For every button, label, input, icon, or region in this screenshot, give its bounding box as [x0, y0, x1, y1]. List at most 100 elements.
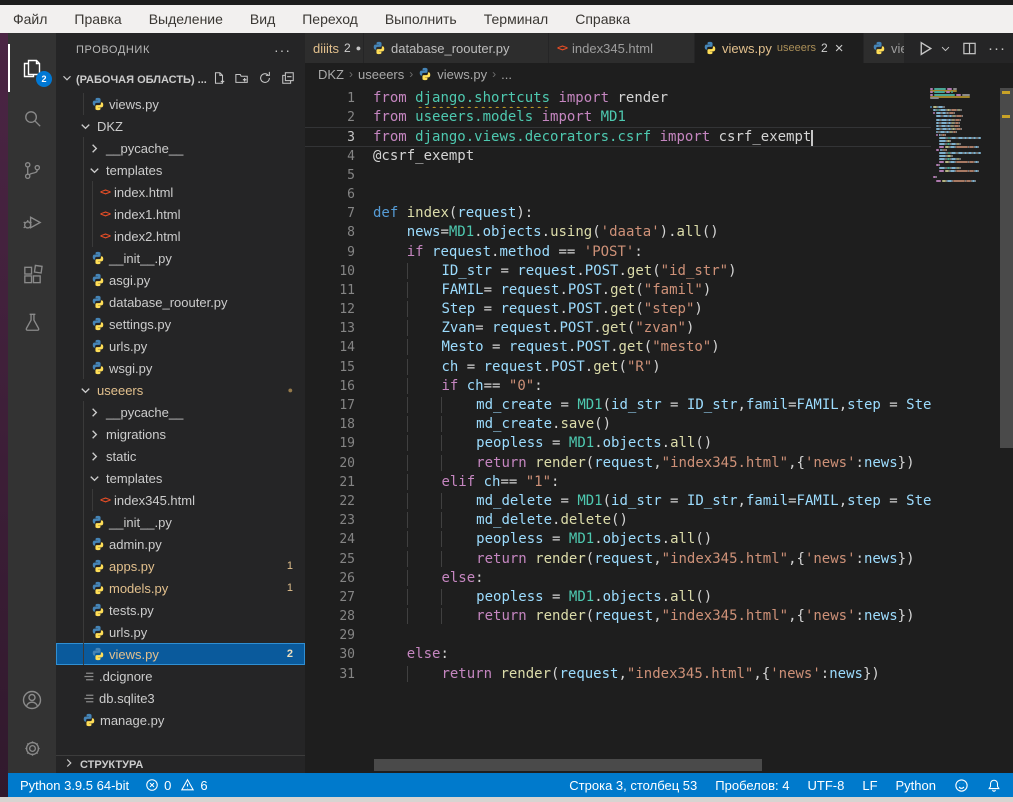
- code-line-25[interactable]: 25 return render(request,"index345.html"…: [305, 550, 931, 569]
- code-line-2[interactable]: 2from useeers.models import MD1: [305, 108, 931, 127]
- tree-item-urls.py[interactable]: urls.py: [56, 621, 305, 643]
- activity-extensions-icon[interactable]: [8, 250, 56, 298]
- menu-Переход[interactable]: Переход: [302, 11, 358, 27]
- code-line-4[interactable]: 4@csrf_exempt: [305, 147, 931, 166]
- tree-item-.dcignore[interactable]: .dcignore: [56, 665, 305, 687]
- run-button[interactable]: [917, 40, 934, 57]
- code-line-8[interactable]: 8 news=MD1.objects.using('daata').all(): [305, 223, 931, 242]
- collapse-all-icon[interactable]: [281, 71, 295, 88]
- tree-item-__init__.py[interactable]: __init__.py: [56, 511, 305, 533]
- vertical-scrollbar[interactable]: [1000, 33, 1013, 773]
- tree-item-views.py[interactable]: views.py: [56, 93, 305, 115]
- tree-item-index.html[interactable]: <>index.html: [56, 181, 305, 203]
- tree-item-index345.html[interactable]: <>index345.html: [56, 489, 305, 511]
- code-line-21[interactable]: 21 elif ch== "1":: [305, 473, 931, 492]
- tree-item-__init__.py[interactable]: __init__.py: [56, 247, 305, 269]
- code-line-28[interactable]: 28 return render(request,"index345.html"…: [305, 607, 931, 626]
- vertical-scrollbar-thumb[interactable]: [1000, 88, 1013, 448]
- code-line-13[interactable]: 13 Zvan= request.POST.get("zvan"): [305, 319, 931, 338]
- menu-Выделение[interactable]: Выделение: [149, 11, 223, 27]
- menu-Файл[interactable]: Файл: [13, 11, 47, 27]
- tree-item-templates[interactable]: templates: [56, 467, 305, 489]
- tree-item-urls.py[interactable]: urls.py: [56, 335, 305, 357]
- code-line-16[interactable]: 16 if ch== "0":: [305, 377, 931, 396]
- breadcrumb-item-DKZ[interactable]: DKZ: [318, 67, 344, 82]
- refresh-icon[interactable]: [258, 71, 272, 88]
- code-line-22[interactable]: 22 md_delete = MD1(id_str = ID_str,famil…: [305, 492, 931, 511]
- tree-item-admin.py[interactable]: admin.py: [56, 533, 305, 555]
- feedback-icon[interactable]: [954, 778, 969, 793]
- tree-item-database_roouter.py[interactable]: database_roouter.py: [56, 291, 305, 313]
- indentation-status[interactable]: Пробелов: 4: [715, 778, 789, 793]
- code-line-26[interactable]: 26 else:: [305, 569, 931, 588]
- code-line-14[interactable]: 14 Mesto = request.POST.get("mesto"): [305, 338, 931, 357]
- activity-testing-icon[interactable]: [8, 298, 56, 346]
- menu-Выполнить[interactable]: Выполнить: [385, 11, 457, 27]
- code-line-6[interactable]: 6: [305, 185, 931, 204]
- notifications-bell-icon[interactable]: [987, 778, 1001, 793]
- code-line-29[interactable]: 29: [305, 626, 931, 645]
- tree-item-views.py[interactable]: views.py2: [56, 643, 305, 665]
- code-editor[interactable]: 1from django.shortcuts import render2fro…: [305, 89, 931, 684]
- split-editor-icon[interactable]: [962, 41, 977, 56]
- code-line-11[interactable]: 11 FAMIL= request.POST.get("famil"): [305, 281, 931, 300]
- new-folder-icon[interactable]: [235, 71, 249, 88]
- tree-item-apps.py[interactable]: apps.py1: [56, 555, 305, 577]
- code-line-23[interactable]: 23 md_delete.delete(): [305, 511, 931, 530]
- more-actions-icon[interactable]: ···: [274, 42, 291, 58]
- menu-Правка[interactable]: Правка: [74, 11, 121, 27]
- tree-item-wsgi.py[interactable]: wsgi.py: [56, 357, 305, 379]
- menu-Вид[interactable]: Вид: [250, 11, 275, 27]
- tree-item-manage.py[interactable]: manage.py: [56, 709, 305, 731]
- tree-item-DKZ[interactable]: DKZ: [56, 115, 305, 137]
- tree-item-tests.py[interactable]: tests.py: [56, 599, 305, 621]
- activity-source-control-icon[interactable]: [8, 146, 56, 194]
- tree-item-__pycache__[interactable]: __pycache__: [56, 137, 305, 159]
- horizontal-scrollbar[interactable]: [374, 759, 930, 771]
- horizontal-scrollbar-thumb[interactable]: [374, 759, 762, 771]
- cursor-position-status[interactable]: Строка 3, столбец 53: [569, 778, 697, 793]
- code-line-7[interactable]: 7def index(request):: [305, 204, 931, 223]
- tab-close-icon[interactable]: ×: [835, 40, 844, 57]
- breadcrumb-item-...[interactable]: ...: [501, 67, 512, 82]
- tree-item-settings.py[interactable]: settings.py: [56, 313, 305, 335]
- code-line-3[interactable]: 3from django.views.decorators.csrf impor…: [305, 127, 931, 146]
- tree-item-db.sqlite3[interactable]: db.sqlite3: [56, 687, 305, 709]
- code-line-9[interactable]: 9 if request.method == 'POST':: [305, 243, 931, 262]
- tab-database_roouter.py[interactable]: database_roouter.py: [364, 33, 549, 63]
- workspace-section-header[interactable]: (РАБОЧАЯ ОБЛАСТЬ) ...: [56, 67, 305, 92]
- tree-item-asgi.py[interactable]: asgi.py: [56, 269, 305, 291]
- python-interpreter-status[interactable]: Python 3.9.5 64-bit: [20, 778, 129, 793]
- tab-vie[interactable]: vie: [864, 33, 905, 63]
- code-line-19[interactable]: 19 peopless = MD1.objects.all(): [305, 434, 931, 453]
- code-line-17[interactable]: 17 md_create = MD1(id_str = ID_str,famil…: [305, 396, 931, 415]
- tree-item-index2.html[interactable]: <>index2.html: [56, 225, 305, 247]
- menu-Терминал[interactable]: Терминал: [484, 11, 548, 27]
- tree-item-models.py[interactable]: models.py1: [56, 577, 305, 599]
- tree-item-useeers[interactable]: useeers●: [56, 379, 305, 401]
- code-line-15[interactable]: 15 ch = request.POST.get("R"): [305, 358, 931, 377]
- tree-item-index1.html[interactable]: <>index1.html: [56, 203, 305, 225]
- code-line-18[interactable]: 18 md_create.save(): [305, 415, 931, 434]
- tree-item-__pycache__[interactable]: __pycache__: [56, 401, 305, 423]
- tab-diiits[interactable]: diiits2●: [305, 33, 364, 63]
- code-line-27[interactable]: 27 peopless = MD1.objects.all(): [305, 588, 931, 607]
- tab-index345.html[interactable]: <>index345.html: [549, 33, 695, 63]
- activity-account-icon[interactable]: [8, 676, 56, 724]
- tree-item-migrations[interactable]: migrations: [56, 423, 305, 445]
- code-line-31[interactable]: 31 return render(request,"index345.html"…: [305, 665, 931, 684]
- breadcrumb-item-useeers[interactable]: useeers: [358, 67, 404, 82]
- code-line-5[interactable]: 5: [305, 166, 931, 185]
- activity-search-icon[interactable]: [8, 94, 56, 142]
- code-line-30[interactable]: 30 else:: [305, 645, 931, 664]
- problems-status[interactable]: 0 6: [145, 778, 207, 793]
- code-line-12[interactable]: 12 Step = request.POST.get("step"): [305, 300, 931, 319]
- code-line-24[interactable]: 24 peopless = MD1.objects.all(): [305, 530, 931, 549]
- tree-item-templates[interactable]: templates: [56, 159, 305, 181]
- new-file-icon[interactable]: [212, 71, 226, 88]
- language-mode-status[interactable]: Python: [896, 778, 936, 793]
- breadcrumb-item-views.py[interactable]: views.py: [437, 67, 487, 82]
- outline-section-header[interactable]: СТРУКТУРА: [56, 755, 305, 773]
- menu-Справка[interactable]: Справка: [575, 11, 630, 27]
- activity-explorer-icon[interactable]: 2: [8, 44, 56, 92]
